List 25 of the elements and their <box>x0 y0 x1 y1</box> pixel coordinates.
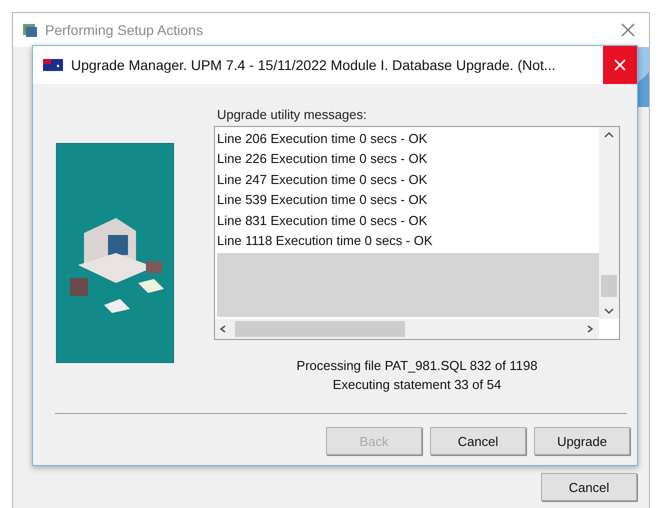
vertical-scrollbar[interactable] <box>599 127 619 319</box>
message-line: Line 539 Execution time 0 secs - OK <box>217 191 428 210</box>
close-button[interactable] <box>603 46 637 84</box>
status-text: Executing statement 33 of 54 <box>332 376 502 394</box>
dialog-button[interactable]: Cancel <box>430 427 526 455</box>
scroll-thumb[interactable] <box>601 275 617 297</box>
flag-icon <box>43 59 63 71</box>
horizontal-scrollbar[interactable] <box>215 319 599 339</box>
close-icon[interactable] <box>621 23 635 37</box>
window-title: Performing Setup Actions <box>45 22 204 38</box>
status-text: Processing file PAT_981.SQL 832 of 1198 <box>296 357 538 375</box>
cancel-button[interactable]: Cancel <box>541 473 637 501</box>
message-line: Line 831 Execution time 0 secs - OK <box>217 212 428 230</box>
dialog-title: Upgrade Manager. UPM 7.4 - 15/11/2022 Module I. Database Upgrade. (Not... <box>71 57 557 73</box>
message-line: Line 1118 Execution time 0 secs - OK <box>217 232 434 250</box>
message-line: Line 206 Execution time 0 secs - OK <box>217 130 428 148</box>
message-line: Line 226 Execution time 0 secs - OK <box>217 150 428 168</box>
scroll-down-icon[interactable] <box>604 307 614 315</box>
scroll-thumb[interactable] <box>235 321 405 337</box>
setup-icon <box>21 21 39 39</box>
dialog-button[interactable]: Upgrade <box>534 427 630 455</box>
scroll-right-icon[interactable] <box>585 325 595 333</box>
message-line: Line 247 Execution time 0 secs - OK <box>217 170 428 189</box>
scroll-up-icon[interactable] <box>604 131 614 139</box>
messages-label: Upgrade utility messages: <box>217 107 368 122</box>
